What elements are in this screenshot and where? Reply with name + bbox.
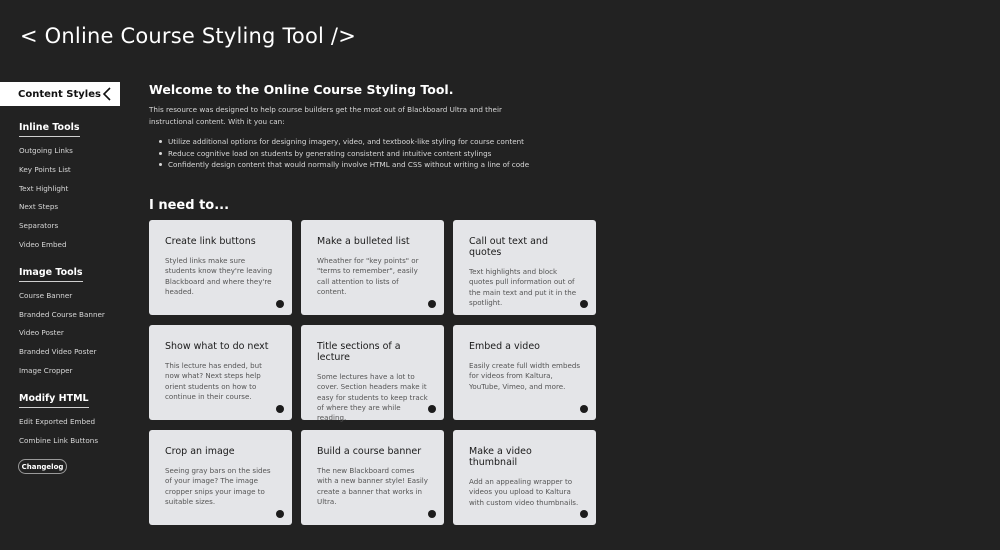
card-title: Call out text and quotes [469,236,548,258]
feature-list-item: Confidently design content that would no… [158,159,529,171]
dot-icon [580,300,588,308]
dot-icon [276,405,284,413]
card-call-out-text[interactable]: Call out text and quotes Text highlights… [453,220,596,315]
dot-icon [276,510,284,518]
dot-icon [276,300,284,308]
sidebar-header-label: Content Styles [18,88,101,100]
sidebar-item-video-embed[interactable]: Video Embed [19,240,67,249]
card-crop-image[interactable]: Crop an image Seeing gray bars on the si… [149,430,292,525]
sidebar-header[interactable]: Content Styles [0,82,120,106]
feature-list-item: Utilize additional options for designing… [158,136,529,148]
sidebar-section-modify-html: Modify HTML [19,393,89,408]
sidebar-item-key-points-list[interactable]: Key Points List [19,165,71,174]
card-create-link-buttons[interactable]: Create link buttons Styled links make su… [149,220,292,315]
card-title: Crop an image [165,446,235,457]
card-title: Embed a video [469,341,540,352]
dot-icon [428,510,436,518]
card-description: Seeing gray bars on the sides of your im… [165,466,271,506]
card-description: The new Blackboard comes with a new bann… [317,466,428,506]
card-show-what-to-do-next[interactable]: Show what to do next This lecture has en… [149,325,292,420]
sidebar-item-image-cropper[interactable]: Image Cropper [19,366,73,375]
card-description: Easily create full width embeds for vide… [469,361,581,391]
sidebar: Content Styles [0,82,125,106]
sidebar-item-edit-exported-embed[interactable]: Edit Exported Embed [19,417,95,426]
card-make-video-thumbnail[interactable]: Make a video thumbnail Add an appealing … [453,430,596,525]
card-title-sections[interactable]: Title sections of a lecture Some lecture… [301,325,444,423]
card-description: This lecture has ended, but now what? Ne… [165,361,262,401]
card-description: Add an appealing wrapper to videos you u… [469,477,579,507]
sidebar-section-image-tools: Image Tools [19,267,83,282]
card-embed-video[interactable]: Embed a video Easily create full width e… [453,325,596,420]
card-description: Some lectures have a lot to cover. Secti… [317,372,428,423]
card-title: Create link buttons [165,236,256,247]
dot-icon [428,300,436,308]
intro-text: This resource was designed to help cours… [149,105,502,126]
sidebar-item-text-highlight[interactable]: Text Highlight [19,184,68,193]
task-card-grid: Create link buttons Styled links make su… [149,220,596,525]
card-title: Make a bulleted list [317,236,410,247]
card-title: Title sections of a lecture [317,341,401,363]
card-build-course-banner[interactable]: Build a course banner The new Blackboard… [301,430,444,525]
sidebar-section-inline-tools: Inline Tools [19,122,80,137]
changelog-button[interactable]: Changelog [18,459,67,474]
app-title: < Online Course Styling Tool /> [20,24,356,48]
sidebar-item-separators[interactable]: Separators [19,221,58,230]
card-title: Build a course banner [317,446,422,457]
welcome-title: Welcome to the Online Course Styling Too… [149,82,454,97]
feature-list: Utilize additional options for designing… [158,136,529,171]
sidebar-item-course-banner[interactable]: Course Banner [19,291,72,300]
chevron-left-icon[interactable] [102,87,112,101]
dot-icon [428,405,436,413]
card-title: Show what to do next [165,341,269,352]
sidebar-item-combine-link-buttons[interactable]: Combine Link Buttons [19,436,98,445]
sidebar-item-outgoing-links[interactable]: Outgoing Links [19,146,73,155]
feature-list-item: Reduce cognitive load on students by gen… [158,148,529,160]
card-title: Make a video thumbnail [469,446,532,468]
card-make-bulleted-list[interactable]: Make a bulleted list Wheather for "key p… [301,220,444,315]
sidebar-item-video-poster[interactable]: Video Poster [19,328,64,337]
card-description: Wheather for "key points" or "terms to r… [317,256,419,296]
dot-icon [580,405,588,413]
card-description: Text highlights and block quotes pull in… [469,267,577,307]
sidebar-item-branded-video-poster[interactable]: Branded Video Poster [19,347,97,356]
sidebar-item-next-steps[interactable]: Next Steps [19,202,58,211]
section-heading-i-need-to: I need to... [149,198,230,213]
sidebar-item-branded-course-banner[interactable]: Branded Course Banner [19,310,105,319]
dot-icon [580,510,588,518]
card-description: Styled links make sure students know the… [165,256,273,296]
